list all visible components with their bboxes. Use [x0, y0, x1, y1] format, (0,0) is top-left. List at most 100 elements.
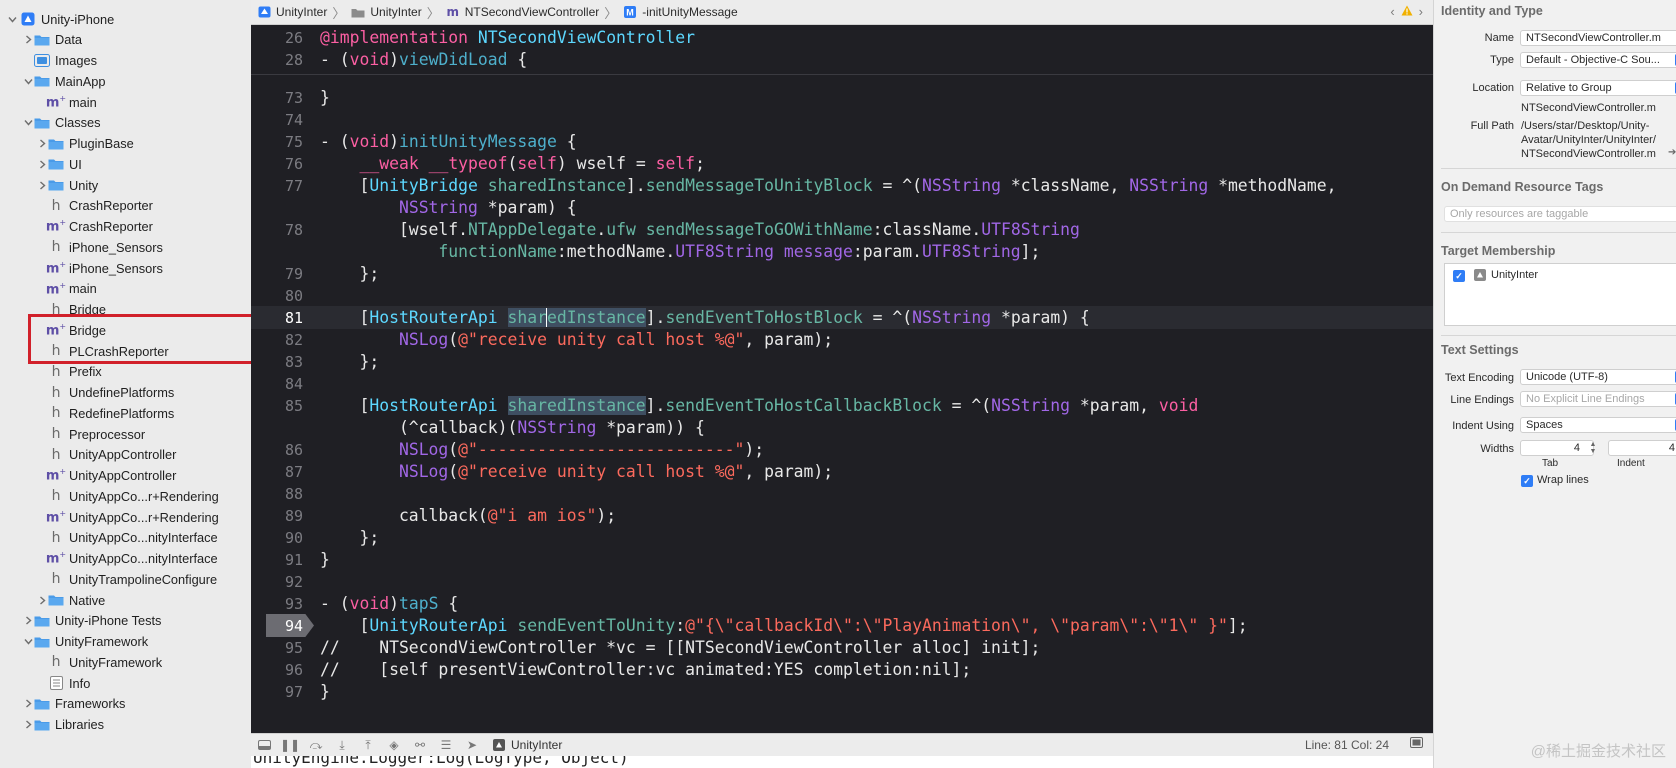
- navigator-item[interactable]: m+ main: [0, 91, 251, 113]
- indent-width-field[interactable]: 4: [1608, 440, 1676, 456]
- odr-tags-field: Only resources are taggable: [1444, 206, 1676, 222]
- location-popup[interactable]: Relative to Group: [1520, 80, 1676, 96]
- chevron-left-icon[interactable]: ‹: [1390, 4, 1394, 19]
- navigator-item[interactable]: MainApp: [0, 70, 251, 92]
- navigator-item[interactable]: h UnityAppCo...nityInterface: [0, 527, 251, 549]
- checkbox-checked-icon[interactable]: ✓: [1453, 270, 1465, 282]
- crumb-method[interactable]: M -initUnityMessage: [623, 5, 738, 19]
- chevron-down-icon[interactable]: [22, 117, 34, 129]
- type-popup[interactable]: Default - Objective-C Sou...: [1520, 52, 1676, 68]
- reveal-in-finder-icon[interactable]: ➔: [1668, 147, 1676, 158]
- navigator-item-label: UnityAppController: [69, 447, 177, 463]
- chevron-down-icon[interactable]: [22, 636, 34, 648]
- code-line: 96// [self presentViewController:vc anim…: [251, 658, 1433, 681]
- navigator-item[interactable]: m+ UnityAppController: [0, 465, 251, 487]
- navigator-item[interactable]: Unity-iPhone Tests: [0, 610, 251, 632]
- navigator-item-label: UnityAppController: [69, 468, 177, 483]
- navigator-item[interactable]: Native: [0, 589, 251, 611]
- navigator-item[interactable]: m+ UnityAppCo...nityInterface: [0, 548, 251, 570]
- chevron-right-icon[interactable]: [22, 34, 34, 46]
- file-inspector: Identity and Type Name NTSecondViewContr…: [1433, 0, 1676, 768]
- navigator-item[interactable]: m+ main: [0, 278, 251, 300]
- view-hierarchy-icon[interactable]: ◈: [381, 738, 407, 752]
- navigator-item-label: CrashReporter: [69, 198, 153, 214]
- navigator-item[interactable]: Unity: [0, 174, 251, 196]
- folder-icon: [34, 74, 50, 88]
- navigator-item[interactable]: h UnityTrampolineConfigure: [0, 568, 251, 590]
- navigator-item[interactable]: h Prefix: [0, 361, 251, 383]
- step-over-icon[interactable]: ⤼: [303, 738, 329, 753]
- warning-icon[interactable]: [1401, 4, 1413, 19]
- chevron-right-icon[interactable]: [36, 179, 48, 191]
- name-field[interactable]: NTSecondViewController.m: [1520, 30, 1676, 46]
- location-icon[interactable]: ➤: [459, 738, 485, 752]
- navigator-item[interactable]: h iPhone_Sensors: [0, 236, 251, 258]
- crumb-group[interactable]: UnityInter 〉: [351, 3, 440, 22]
- line-number: 28: [284, 51, 303, 69]
- environment-icon[interactable]: ☰: [433, 738, 459, 752]
- folder-icon: [34, 718, 50, 732]
- navigator-item[interactable]: Libraries: [0, 714, 251, 736]
- navigator-item[interactable]: Unity-iPhone: [0, 8, 251, 30]
- folder-icon: [34, 697, 50, 711]
- code-area[interactable]: 26 @implementation NTSecondViewController…: [251, 26, 1433, 731]
- line-number: 26: [284, 29, 303, 47]
- navigator-item[interactable]: h UnityAppController: [0, 444, 251, 466]
- chevron-right-icon[interactable]: ›: [1419, 4, 1423, 19]
- wrap-lines-checkbox[interactable]: ✓: [1521, 475, 1533, 487]
- navigator-item[interactable]: Frameworks: [0, 693, 251, 715]
- folder-icon: [48, 178, 64, 192]
- chevron-right-icon[interactable]: [22, 698, 34, 710]
- code-line: functionName:methodName.UTF8String messa…: [438, 242, 1041, 261]
- navigator-item-label: main: [69, 94, 97, 110]
- chevron-down-icon[interactable]: [6, 13, 18, 25]
- navigator-item[interactable]: h RedefinePlatforms: [0, 402, 251, 424]
- navigator-item[interactable]: h UnityFramework: [0, 651, 251, 673]
- line-number: 94: [284, 617, 303, 635]
- chevron-right-icon[interactable]: [22, 615, 34, 627]
- endings-value: No Explicit Line Endings: [1526, 393, 1645, 405]
- navigator-item[interactable]: m+ CrashReporter: [0, 216, 251, 238]
- tab-width-stepper-icon[interactable]: ▲ ▼: [1589, 441, 1597, 455]
- scheme-selector[interactable]: UnityInter: [493, 738, 562, 752]
- pause-icon[interactable]: ❚❚: [277, 738, 303, 752]
- console-toggle-icon[interactable]: [1410, 737, 1423, 751]
- chevron-right-icon[interactable]: [36, 138, 48, 150]
- chevron-right-icon[interactable]: [36, 594, 48, 606]
- navigator-item[interactable]: Classes: [0, 112, 251, 134]
- navigator-item[interactable]: PluginBase: [0, 133, 251, 155]
- step-out-icon[interactable]: ⤒: [355, 738, 381, 753]
- objc-m-file-icon: m: [446, 5, 459, 19]
- navigator-item[interactable]: m+ iPhone_Sensors: [0, 257, 251, 279]
- code-line: 87 NSLog(@"receive unity call host %@", …: [251, 460, 1433, 483]
- tab-width-field[interactable]: 4: [1520, 440, 1594, 456]
- indent-popup[interactable]: Spaces: [1520, 417, 1676, 433]
- crumb-project[interactable]: UnityInter 〉: [257, 3, 345, 22]
- console-output: UnityEngine.Logger:Log(LogType, Object): [251, 756, 1433, 768]
- code-line-current: 81 [HostRouterApi sharedInstance].sendEv…: [251, 306, 1433, 329]
- navigator-item[interactable]: h UndefinePlatforms: [0, 382, 251, 404]
- hide-debug-area-icon[interactable]: [251, 740, 277, 750]
- navigator-item[interactable]: Data: [0, 29, 251, 51]
- navigator-item[interactable]: h CrashReporter: [0, 195, 251, 217]
- code-line: 93- (void)tapS {: [251, 592, 1433, 615]
- chevron-right-icon[interactable]: [36, 158, 48, 170]
- step-into-icon[interactable]: ⤓: [329, 738, 355, 753]
- fullpath-label: Full Path: [1470, 120, 1514, 132]
- navigator-item[interactable]: h UnityAppCo...r+Rendering: [0, 485, 251, 507]
- navigator-item[interactable]: UI: [0, 153, 251, 175]
- crumb-file[interactable]: m NTSecondViewController 〉: [446, 3, 617, 22]
- navigator-item[interactable]: Images: [0, 50, 251, 72]
- source-editor: UnityInter 〉 UnityInter 〉 m NTSecondView…: [251, 0, 1433, 768]
- endings-popup[interactable]: No Explicit Line Endings: [1520, 391, 1676, 407]
- encoding-popup[interactable]: Unicode (UTF-8): [1520, 369, 1676, 385]
- header-h-file-icon: h: [51, 363, 61, 380]
- navigator-item-label: Prefix: [69, 364, 102, 380]
- chevron-down-icon[interactable]: [22, 75, 34, 87]
- memory-graph-icon[interactable]: ⚯: [407, 738, 433, 752]
- navigator-item[interactable]: UnityFramework: [0, 631, 251, 653]
- navigator-item[interactable]: m+ UnityAppCo...r+Rendering: [0, 506, 251, 528]
- navigator-item[interactable]: Info: [0, 672, 251, 694]
- chevron-right-icon[interactable]: [22, 719, 34, 731]
- navigator-item[interactable]: h Preprocessor: [0, 423, 251, 445]
